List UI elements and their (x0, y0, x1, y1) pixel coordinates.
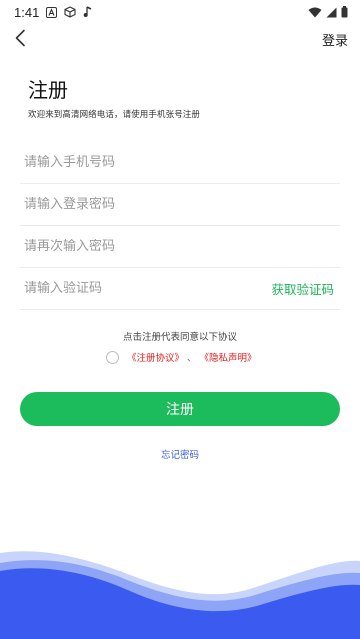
verification-code-input[interactable] (24, 281, 244, 296)
confirm-password-input[interactable] (24, 239, 244, 254)
status-time: 1:41 (14, 4, 40, 20)
get-code-button[interactable]: 获取验证码 (271, 279, 334, 298)
terms-link[interactable]: 《注册协议》 (127, 350, 184, 364)
nav-bar: 登录 (0, 24, 360, 56)
page-subtitle: 欢迎来到高清网络电话，请使用手机张号注册 (28, 110, 201, 120)
status-bar: 1:41 (0, 0, 360, 24)
back-button[interactable] (6, 26, 34, 54)
verification-code-field-row: 获取验证码 (20, 268, 340, 310)
phone-field-row (20, 142, 340, 184)
cube-icon (64, 6, 76, 18)
music-note-icon (83, 6, 92, 18)
agreement-separator: 、 (187, 353, 197, 364)
status-left: 1:41 (14, 5, 92, 20)
agreement-row: 《注册协议》 、 《隐私声明》 (106, 350, 257, 364)
font-a-icon (46, 6, 58, 18)
wifi-icon (308, 7, 322, 18)
phone-input[interactable] (24, 155, 244, 170)
login-link[interactable]: 登录 (322, 30, 348, 49)
confirm-password-field-row (20, 226, 340, 268)
password-input[interactable] (24, 197, 244, 212)
chevron-left-icon (14, 29, 26, 51)
agreement-note: 点击注册代表同意以下协议 (122, 332, 237, 343)
signal-icon (326, 7, 337, 18)
forgot-password-link[interactable]: 忘记密码 (0, 447, 360, 461)
agreement-checkbox[interactable] (106, 350, 119, 364)
page-title: 注册 (28, 78, 68, 102)
battery-icon (341, 6, 348, 18)
privacy-link[interactable]: 《隐私声明》 (200, 350, 257, 364)
register-form: 获取验证码 (20, 142, 340, 310)
register-button[interactable]: 注册 (20, 392, 340, 426)
password-field-row (20, 184, 340, 226)
status-right (308, 6, 348, 18)
wave-decoration (0, 551, 360, 639)
